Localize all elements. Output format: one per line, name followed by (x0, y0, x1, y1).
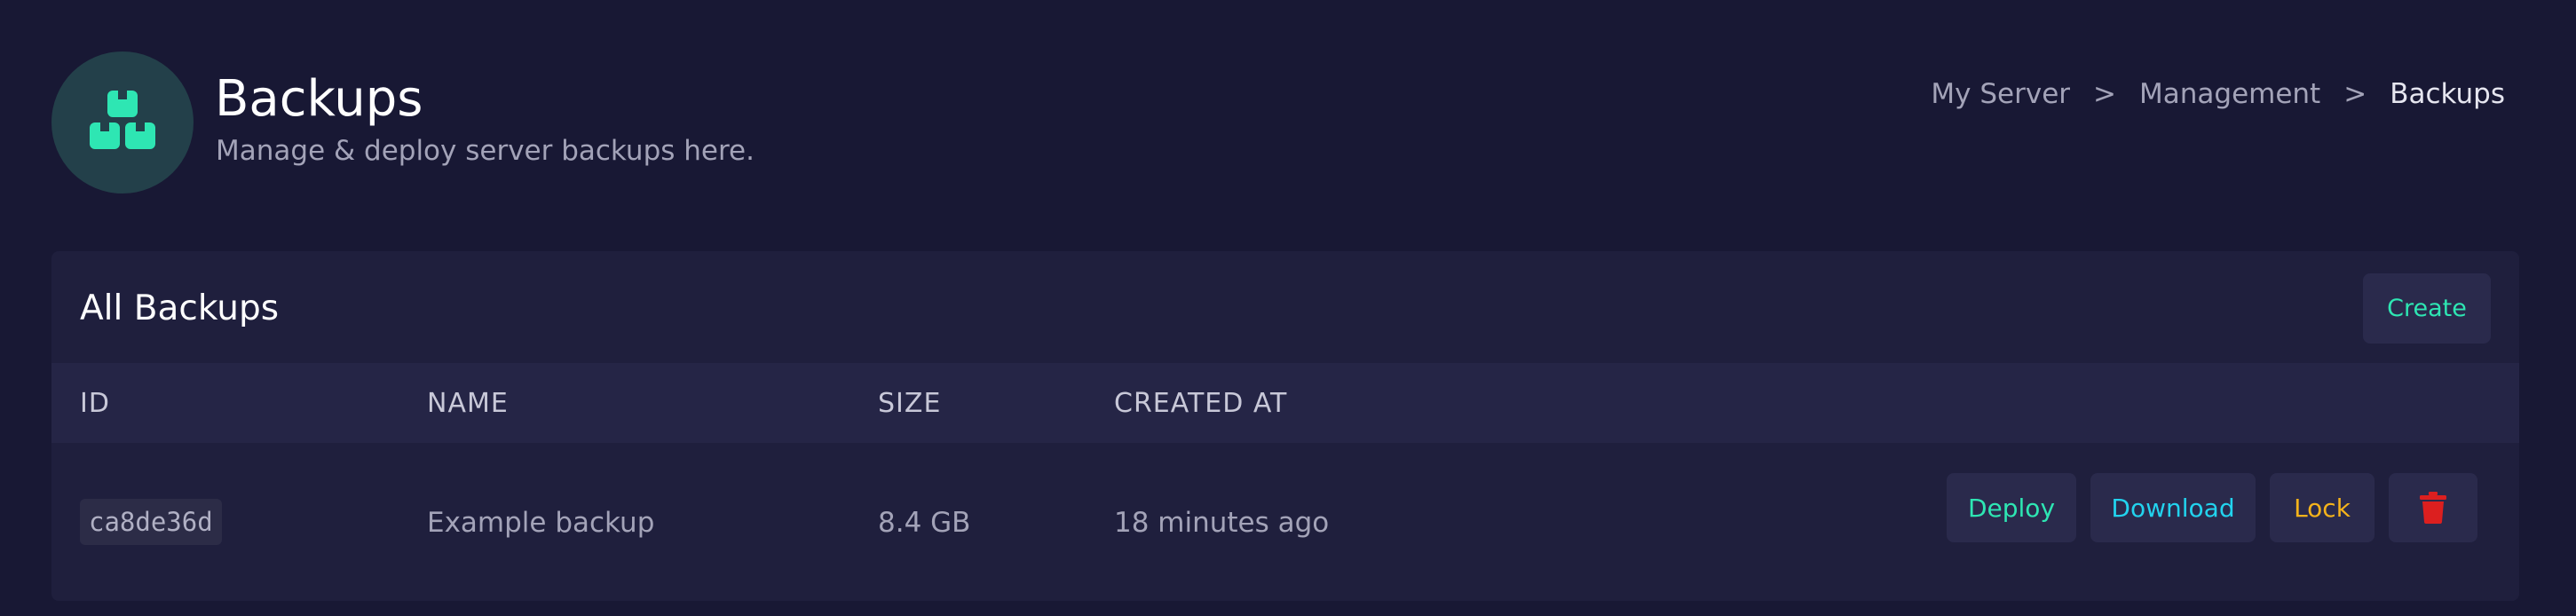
delete-button[interactable] (2389, 473, 2477, 542)
backup-created-at: 18 minutes ago (1114, 507, 1330, 539)
create-backup-button[interactable]: Create (2363, 273, 2491, 344)
backup-size: 8.4 GB (878, 507, 971, 539)
breadcrumb-my-server[interactable]: My Server (1931, 76, 2070, 112)
card-header: All Backups Create (51, 251, 2519, 363)
column-header-id: ID (80, 388, 110, 419)
breadcrumb-management[interactable]: Management (2139, 76, 2320, 112)
table-row: ca8de36d Example backup 8.4 GB 18 minute… (51, 443, 2519, 601)
breadcrumb: My Server > Management > Backups (1931, 76, 2505, 112)
column-header-size: SIZE (878, 388, 942, 419)
backup-id: ca8de36d (80, 499, 222, 545)
page-title: Backups (215, 70, 423, 128)
boxes-icon (51, 51, 194, 193)
column-header-created-at: CREATED AT (1114, 388, 1288, 419)
breadcrumb-separator: > (2093, 78, 2116, 110)
breadcrumb-backups: Backups (2390, 78, 2505, 110)
deploy-button[interactable]: Deploy (1947, 473, 2076, 542)
page-header: Backups Manage & deploy server backups h… (0, 0, 2576, 240)
backups-card: All Backups Create ID NAME SIZE CREATED … (51, 251, 2519, 601)
trash-icon (2419, 492, 2447, 524)
breadcrumb-separator: > (2343, 78, 2367, 110)
lock-button[interactable]: Lock (2270, 473, 2375, 542)
backup-name: Example backup (427, 507, 655, 539)
column-header-name: NAME (427, 388, 509, 419)
table-header: ID NAME SIZE CREATED AT (51, 363, 2519, 443)
card-title: All Backups (80, 288, 280, 328)
page-subtitle: Manage & deploy server backups here. (216, 135, 755, 167)
download-button[interactable]: Download (2090, 473, 2256, 542)
